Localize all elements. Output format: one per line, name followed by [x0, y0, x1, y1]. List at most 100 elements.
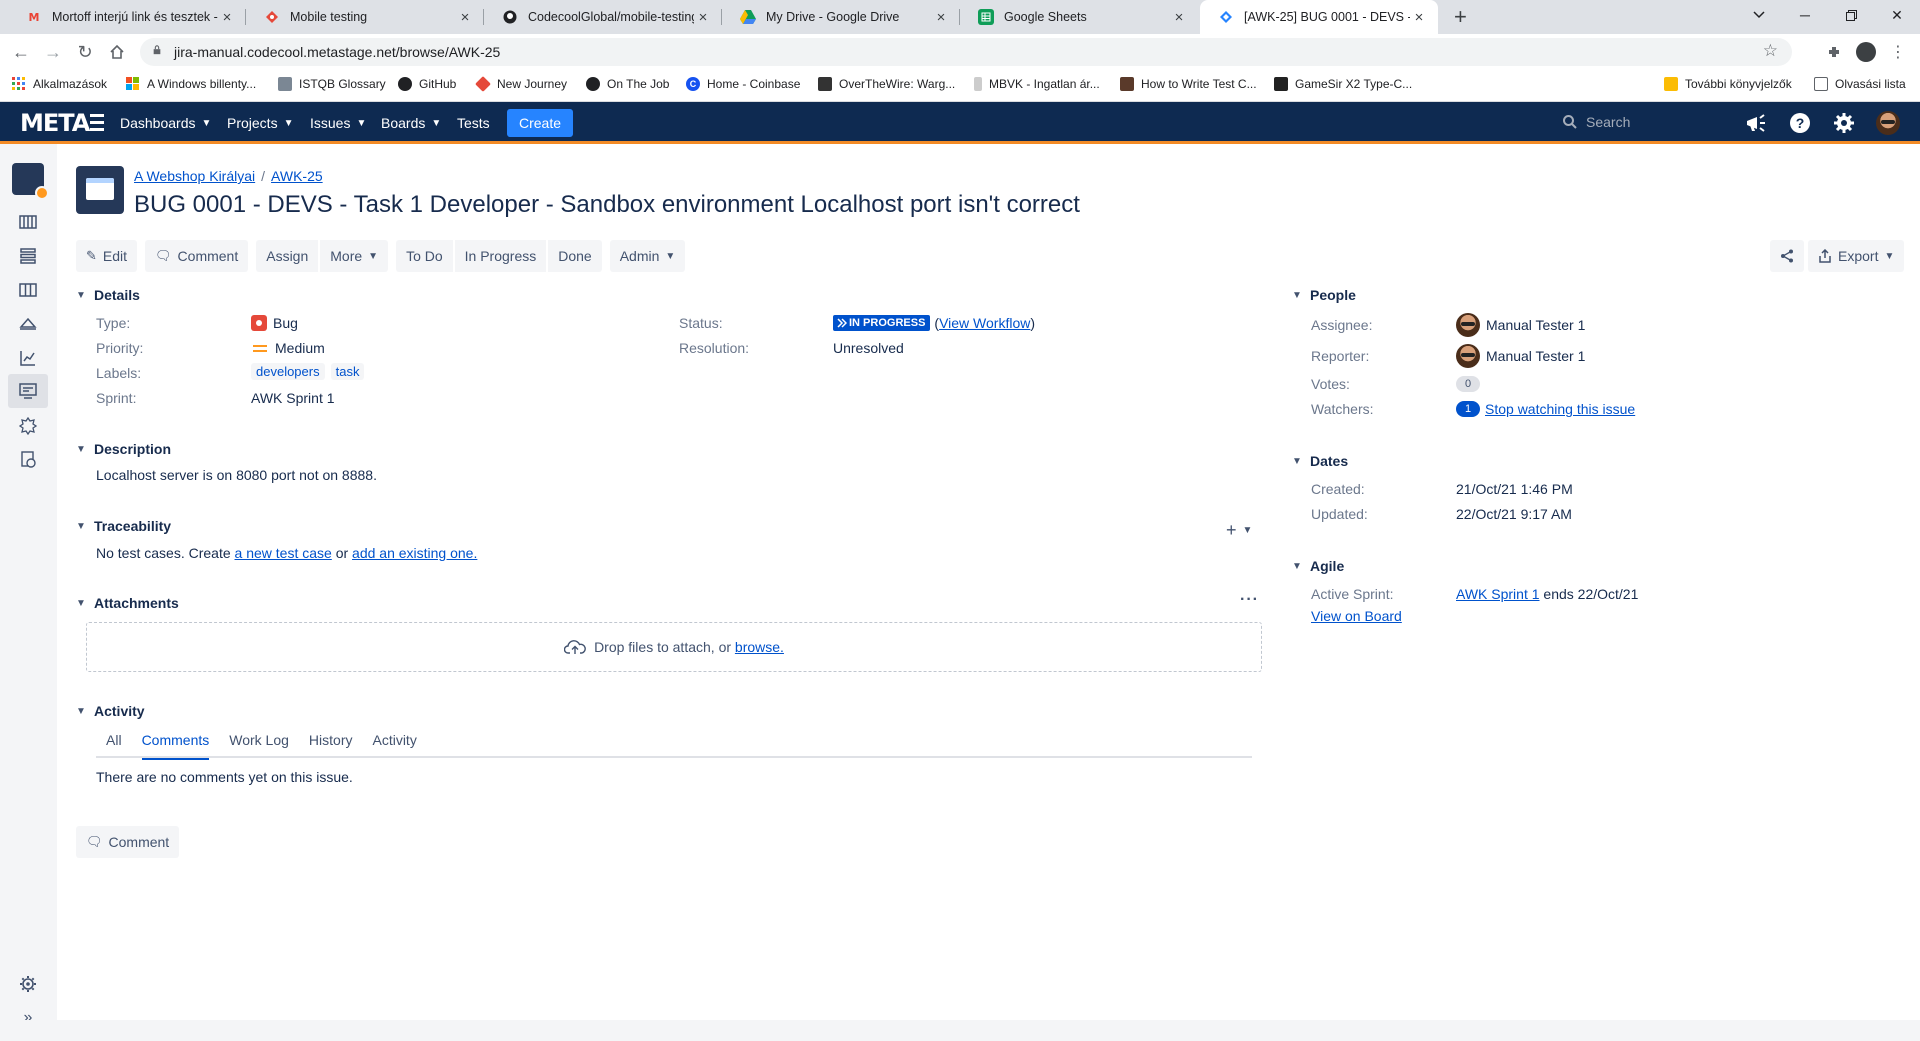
backlog-icon[interactable] — [16, 244, 40, 268]
export-button[interactable]: Export ▼ — [1808, 240, 1905, 272]
test-repository-icon[interactable] — [16, 448, 40, 472]
admin-button[interactable]: Admin ▼ — [609, 240, 686, 272]
view-on-board-link[interactable]: View on Board — [1311, 608, 1402, 624]
board-icon[interactable] — [16, 278, 40, 302]
help-icon[interactable]: ? — [1786, 109, 1814, 137]
reading-list[interactable]: Olvasási lista — [1814, 77, 1906, 91]
nav-projects[interactable]: Projects ▼ — [227, 102, 293, 144]
nav-tests[interactable]: Tests — [457, 102, 490, 144]
breadcrumb-issue-key-link[interactable]: AWK-25 — [271, 168, 323, 184]
project-avatar[interactable] — [76, 166, 124, 214]
user-avatar[interactable] — [1874, 109, 1902, 137]
in-progress-button[interactable]: In Progress — [454, 240, 547, 272]
nav-boards[interactable]: Boards ▼ — [381, 102, 441, 144]
tab-activity[interactable]: Activity — [372, 732, 416, 758]
releases-icon[interactable] — [16, 312, 40, 336]
close-tab-icon[interactable]: × — [456, 9, 474, 26]
project-settings-gear-icon[interactable] — [16, 972, 40, 996]
minimize-icon[interactable]: ─ — [1782, 0, 1828, 30]
maximize-icon[interactable] — [1828, 0, 1874, 30]
search-input[interactable]: Search — [1550, 108, 1730, 136]
close-window-icon[interactable]: ✕ — [1874, 0, 1920, 30]
label-chip[interactable]: task — [330, 363, 365, 380]
label-chip[interactable]: developers — [251, 363, 325, 380]
agile-section-toggle[interactable]: ▼ Agile — [1292, 558, 1344, 574]
edit-button[interactable]: ✎ Edit — [76, 240, 138, 272]
reload-icon[interactable]: ↻ — [72, 39, 98, 65]
watchers-count-badge[interactable]: 1 — [1456, 401, 1480, 417]
breadcrumb-project-link[interactable]: A Webshop Királyai — [134, 168, 255, 184]
done-button[interactable]: Done — [548, 240, 602, 272]
bookmark-item[interactable]: MBVK - Ingatlan ár... — [974, 77, 1100, 91]
settings-gear-icon[interactable] — [1830, 109, 1858, 137]
megaphone-icon[interactable] — [1742, 109, 1770, 137]
close-tab-icon[interactable]: × — [1410, 9, 1428, 26]
tab-search-icon[interactable] — [1736, 0, 1782, 30]
bookmark-apps[interactable]: Alkalmazások — [12, 77, 107, 91]
description-text[interactable]: Localhost server is on 8080 port not on … — [96, 467, 377, 483]
browse-files-link[interactable]: browse. — [735, 639, 784, 655]
view-workflow-link[interactable]: View Workflow — [939, 315, 1030, 331]
browser-tab[interactable]: M Mortoff interjú link és tesztek - c × — [8, 0, 246, 34]
attachments-section-toggle[interactable]: ▼ Attachments — [76, 595, 179, 611]
reports-icon[interactable] — [16, 346, 40, 370]
address-bar[interactable]: jira-manual.codecool.metastage.net/brows… — [140, 38, 1792, 66]
activity-section-toggle[interactable]: ▼ Activity — [76, 703, 145, 719]
back-icon[interactable]: ← — [8, 39, 34, 65]
browser-menu-icon[interactable]: ⋮ — [1886, 40, 1910, 64]
create-button[interactable]: Create — [507, 109, 574, 137]
description-section-toggle[interactable]: ▼ Description — [76, 441, 171, 457]
add-comment-button[interactable]: 🗨 Comment — [76, 826, 180, 858]
browser-tab[interactable]: Mobile testing × — [246, 0, 484, 34]
browser-tab-active[interactable]: [AWK-25] BUG 0001 - DEVS - Tas × — [1200, 0, 1438, 34]
bookmark-item[interactable]: GameSir X2 Type-C... — [1274, 77, 1412, 91]
close-tab-icon[interactable]: × — [932, 9, 950, 26]
bookmark-item[interactable]: How to Write Test C... — [1120, 77, 1257, 91]
nav-dashboards[interactable]: Dashboards ▼ — [120, 102, 211, 144]
nav-issues[interactable]: Issues ▼ — [310, 102, 366, 144]
bookmark-item[interactable]: OverTheWire: Warg... — [818, 77, 955, 91]
bookmark-item[interactable]: On The Job — [586, 77, 669, 91]
close-tab-icon[interactable]: × — [218, 9, 236, 26]
browser-tab[interactable]: CodecoolGlobal/mobile-testing- × — [484, 0, 722, 34]
browser-tab[interactable]: Google Sheets × — [960, 0, 1198, 34]
add-test-dropdown[interactable]: + ▼ — [1226, 520, 1252, 541]
traceability-section-toggle[interactable]: ▼ Traceability — [76, 518, 171, 534]
issues-icon[interactable] — [16, 379, 40, 403]
issue-title[interactable]: BUG 0001 - DEVS - Task 1 Developer - San… — [134, 191, 1080, 219]
stop-watching-link[interactable]: Stop watching this issue — [1485, 401, 1635, 417]
bookmark-star-icon[interactable]: ☆ — [1763, 41, 1778, 61]
active-sprint-link[interactable]: AWK Sprint 1 — [1456, 586, 1540, 602]
tab-all[interactable]: All — [96, 732, 122, 758]
assignee-value[interactable]: Manual Tester 1 — [1456, 313, 1585, 337]
bookmark-more-folder[interactable]: További könyvjelzők — [1664, 77, 1792, 91]
components-icon[interactable] — [16, 414, 40, 438]
project-avatar-small[interactable] — [12, 163, 49, 200]
new-tab-icon[interactable]: + — [1454, 4, 1467, 30]
profile-avatar-icon[interactable] — [1854, 40, 1878, 64]
meta-logo[interactable]: META — [20, 108, 105, 138]
to-do-button[interactable]: To Do — [396, 240, 453, 272]
details-section-toggle[interactable]: ▼ Details — [76, 287, 140, 303]
roadmap-icon[interactable] — [16, 210, 40, 234]
bookmark-item[interactable]: A Windows billenty... — [126, 77, 256, 91]
more-options-icon[interactable]: ··· — [1240, 591, 1259, 609]
extensions-icon[interactable] — [1822, 40, 1846, 64]
close-tab-icon[interactable]: × — [694, 9, 712, 26]
dates-section-toggle[interactable]: ▼ Dates — [1292, 453, 1348, 469]
attachment-dropzone[interactable]: Drop files to attach, or browse. — [86, 622, 1262, 672]
assign-button[interactable]: Assign — [256, 240, 319, 272]
bookmark-item[interactable]: GitHub — [398, 77, 456, 91]
bookmark-item[interactable]: New Journey — [475, 76, 567, 92]
browser-tab[interactable]: My Drive - Google Drive × — [722, 0, 960, 34]
new-test-case-link[interactable]: a new test case — [235, 545, 332, 561]
add-existing-test-link[interactable]: add an existing one. — [352, 545, 477, 561]
more-button[interactable]: More ▼ — [320, 240, 389, 272]
tab-history[interactable]: History — [309, 732, 353, 758]
votes-value[interactable]: 0 — [1456, 376, 1485, 392]
share-button[interactable] — [1770, 240, 1804, 272]
status-badge[interactable]: IN PROGRESS — [833, 315, 931, 331]
reporter-value[interactable]: Manual Tester 1 — [1456, 344, 1585, 368]
close-tab-icon[interactable]: × — [1170, 9, 1188, 26]
forward-icon[interactable]: → — [40, 39, 66, 65]
